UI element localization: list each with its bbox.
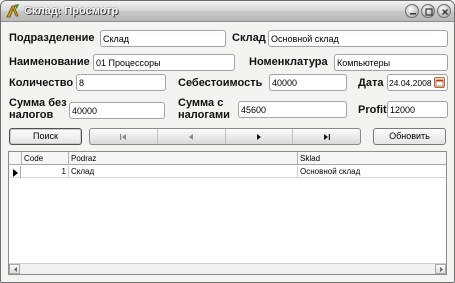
nav-first-button[interactable] [90, 129, 158, 144]
date-field[interactable]: 24.04.2008 [387, 74, 448, 91]
scroll-right-icon [440, 267, 443, 272]
sum-no-tax-label: Сумма без налогов [9, 97, 67, 121]
grid-corner-cell [9, 152, 22, 165]
close-icon [442, 9, 448, 15]
nav-last-button[interactable] [293, 129, 360, 144]
next-record-icon [256, 134, 261, 140]
close-button[interactable] [437, 4, 451, 18]
current-row-arrow-icon [13, 169, 18, 177]
column-header-sklad[interactable]: Sklad [298, 152, 446, 165]
last-record-icon [323, 134, 330, 140]
minimize-button[interactable] [405, 4, 419, 18]
calendar-icon [435, 79, 444, 87]
scroll-right-button[interactable] [435, 264, 446, 274]
subdivision-label: Подразделение [9, 32, 95, 44]
warehouse-field[interactable]: Основной склад [268, 30, 448, 47]
window-title: Склад: Просмотр [24, 5, 119, 17]
warehouse-label: Склад [232, 32, 266, 44]
nav-prior-button[interactable] [158, 129, 226, 144]
name-label: Наименование [9, 56, 90, 68]
main-window: Склад: Просмотр Подразделение Склад Скла… [0, 0, 455, 283]
scroll-left-button[interactable] [9, 264, 20, 274]
minimize-icon [410, 13, 416, 15]
cost-field[interactable]: 40000 [269, 74, 347, 91]
cell-podraz[interactable]: Склад [69, 166, 298, 178]
cost-label: Себестоимость [178, 77, 263, 89]
cell-code[interactable]: 1 [22, 166, 69, 178]
name-field[interactable]: 01 Процессоры [93, 54, 235, 71]
quantity-label: Количество [9, 77, 74, 89]
horizontal-scrollbar[interactable] [9, 263, 446, 274]
maximize-button[interactable] [421, 4, 435, 18]
subdivision-field[interactable]: Склад [100, 30, 226, 47]
nomenclature-label: Номенклатура [249, 56, 328, 68]
cell-sklad[interactable]: Основной склад [298, 166, 446, 178]
table-row[interactable]: 1 Склад Основной склад [9, 166, 446, 178]
record-navigator [89, 128, 361, 145]
date-label: Дата [358, 77, 384, 89]
calendar-button[interactable] [434, 77, 445, 88]
app-icon [6, 4, 19, 18]
scroll-left-icon [14, 267, 17, 272]
prior-record-icon [189, 134, 194, 140]
date-value: 24.04.2008 [389, 78, 432, 88]
title-bar[interactable]: Склад: Просмотр [1, 1, 454, 22]
nomenclature-field[interactable]: Компьютеры [334, 54, 448, 71]
sum-no-tax-field[interactable]: 40000 [69, 102, 165, 119]
profit-label: Profit [358, 104, 387, 116]
sum-with-tax-label: Сумма с налогами [178, 97, 230, 121]
quantity-field[interactable]: 8 [76, 74, 166, 91]
nav-next-button[interactable] [226, 129, 294, 144]
column-header-podraz[interactable]: Podraz [69, 152, 298, 165]
sum-with-tax-field[interactable]: 45600 [238, 101, 347, 118]
column-header-code[interactable]: Code [22, 152, 69, 165]
first-record-icon [120, 134, 127, 140]
row-indicator [9, 166, 21, 178]
refresh-button[interactable]: Обновить [373, 128, 446, 145]
data-grid[interactable]: Code Podraz Sklad 1 Склад Основной склад [8, 151, 447, 275]
profit-field[interactable]: 12000 [387, 101, 448, 118]
maximize-icon [425, 8, 433, 16]
search-button[interactable]: Поиск [9, 128, 82, 145]
grid-header: Code Podraz Sklad [9, 152, 446, 165]
